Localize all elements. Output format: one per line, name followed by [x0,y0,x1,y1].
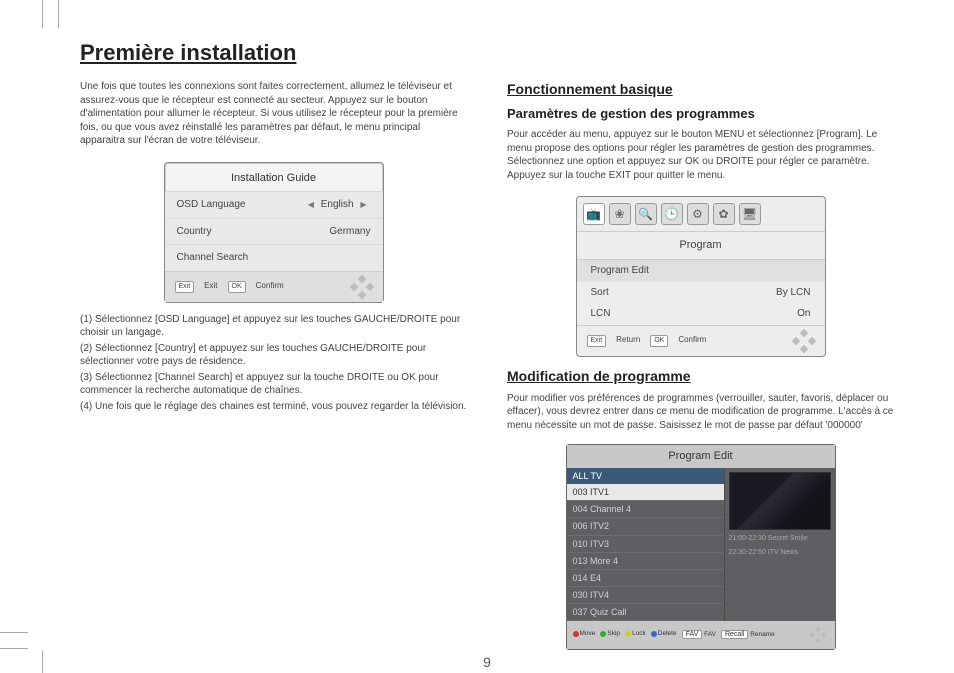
skip-tool[interactable]: Skip [600,630,620,640]
exit-key-icon: Exit [587,335,607,346]
two-column-layout: Une fois que toutes les connexions sont … [80,80,894,650]
dpad-icon [351,276,373,298]
lock-tool[interactable]: Lock [625,630,646,640]
step-3: (3) Sélectionnez [Channel Search] et app… [80,371,467,398]
dpad-icon [793,330,815,352]
epg-info-2: 22:30-22:50 ITV News [729,548,831,558]
program-title: Program [577,232,825,259]
sort-value: By LCN [776,286,810,300]
time-icon[interactable]: 🕒 [661,203,683,225]
delete-tool[interactable]: Delete [651,630,677,640]
step-2: (2) Sélectionnez [Country] et appuyez su… [80,342,467,369]
channel-row[interactable]: 030 ITV4 [567,587,724,604]
channel-list[interactable]: ALL TV 003 ITV1 004 Channel 4 006 ITV2 0… [567,468,725,621]
step-4: (4) Une fois que le réglage des chaines … [80,400,467,414]
channel-row[interactable]: 003 ITV1 [567,484,724,501]
page: Première installation Une fois que toute… [80,40,894,653]
preview-screen [729,472,831,530]
installation-guide-osd: Installation Guide OSD Language ◀ Englis… [164,162,384,303]
channel-row[interactable]: 037 Quiz Call [567,604,724,621]
intro-text: Une fois que toutes les connexions sont … [80,80,467,148]
osd-country-value: Germany [329,225,370,239]
sort-row[interactable]: Sort By LCN [577,282,825,304]
section-program-edit: Modification de programme [507,367,894,386]
dpad-icon [810,628,825,643]
right-column: Fonctionnement basique Paramètres de ges… [507,80,894,650]
fav-tool[interactable]: FAV FAV [682,630,716,640]
confirm-label: Confirm [256,281,284,292]
usb-icon[interactable]: 🖥 [739,203,761,225]
channel-list-header: ALL TV [567,468,724,484]
exit-label: Exit [204,281,217,292]
option-icon[interactable]: ⚙ [687,203,709,225]
channel-row[interactable]: 013 More 4 [567,553,724,570]
ok-key-icon: OK [228,281,246,292]
lcn-value: On [797,307,810,321]
program-settings-body: Pour accéder au menu, appuyez sur le bou… [507,128,894,182]
channel-row[interactable]: 014 E4 [567,570,724,587]
program-edit-osd: Program Edit ALL TV 003 ITV1 004 Channel… [566,444,836,650]
preview-pane: 21:00-22:30 Secret Smile 22:30-22:50 ITV… [725,468,835,621]
osd-row-channel-search[interactable]: Channel Search [165,244,383,271]
left-column: Une fois que toutes les connexions sont … [80,80,467,650]
confirm-label: Confirm [678,335,706,346]
channel-row[interactable]: 006 ITV2 [567,518,724,535]
page-number: 9 [80,654,894,670]
osd-country-label: Country [177,225,212,239]
arrow-left-icon[interactable]: ◀ [304,200,318,209]
page-title: Première installation [80,40,894,66]
system-icon[interactable]: ✿ [713,203,735,225]
osd-language-value: ◀ English ▶ [304,198,371,212]
channel-row[interactable]: 010 ITV3 [567,536,724,553]
move-tool[interactable]: Move [573,630,596,640]
program-edit-row[interactable]: Program Edit [577,259,825,282]
picture-icon[interactable]: ❀ [609,203,631,225]
osd-footer: Exit Exit OK Confirm [165,271,383,302]
program-menu-osd: 📺 ❀ 🔍 🕒 ⚙ ✿ 🖥 Program Program Edit Sort … [576,196,826,356]
lcn-row[interactable]: LCN On [577,303,825,325]
osd-title: Installation Guide [165,163,383,192]
program-edit-body: Pour modifier vos préférences de program… [507,392,894,433]
ok-key-icon: OK [650,335,668,346]
lcn-label: LCN [591,307,611,321]
section-basic-operation: Fonctionnement basique [507,80,894,99]
osd-row-country[interactable]: Country Germany [165,218,383,245]
exit-key-icon: Exit [175,281,195,292]
rename-tool[interactable]: Recall Rename [721,630,775,640]
channel-row[interactable]: 004 Channel 4 [567,501,724,518]
search-icon[interactable]: 🔍 [635,203,657,225]
osd-row-language[interactable]: OSD Language ◀ English ▶ [165,191,383,218]
program-osd-footer: Exit Return OK Confirm [577,325,825,356]
program-edit-title: Program Edit [567,445,835,468]
menu-icon-bar: 📺 ❀ 🔍 🕒 ⚙ ✿ 🖥 [577,197,825,232]
epg-info-1: 21:00-22:30 Secret Smile [729,534,831,544]
program-edit-footer: Move Skip Lock Delete FAV FAV Recall Ren… [567,621,835,649]
tv-icon[interactable]: 📺 [583,203,605,225]
subsection-program-settings: Paramètres de gestion des programmes [507,105,894,123]
arrow-right-icon[interactable]: ▶ [356,200,370,209]
osd-channel-search-label: Channel Search [177,251,249,265]
step-1: (1) Sélectionnez [OSD Language] et appuy… [80,313,467,340]
sort-label: Sort [591,286,609,300]
osd-language-label: OSD Language [177,198,246,212]
return-label: Return [616,335,640,346]
